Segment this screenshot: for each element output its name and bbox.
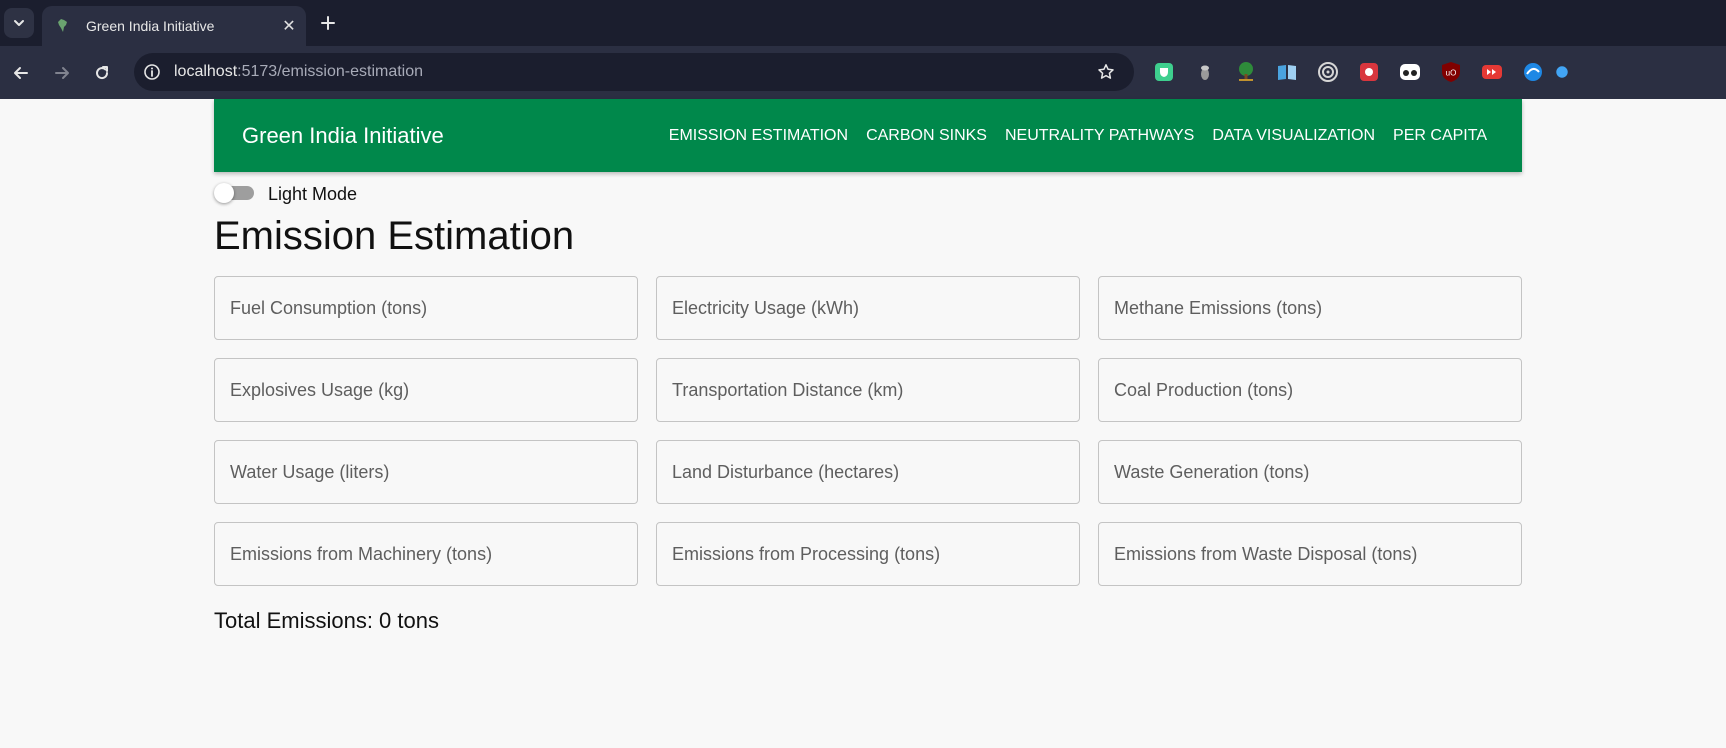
arrow-right-icon: [55, 67, 69, 79]
coal-production-input[interactable]: [1114, 379, 1521, 401]
transportation-distance-input[interactable]: [672, 379, 1079, 401]
nav-data-visualization[interactable]: DATA VISUALIZATION: [1203, 119, 1384, 153]
total-emissions: Total Emissions: 0 tons: [214, 608, 439, 633]
emission-input-grid: [214, 276, 1522, 586]
nav-per-capita[interactable]: PER CAPITA: [1384, 119, 1496, 153]
active-tab[interactable]: Green India Initiative ✕: [42, 6, 306, 46]
field-emissions-processing: [656, 522, 1080, 586]
emissions-waste-disposal-input[interactable]: [1114, 543, 1521, 565]
url-path: :5173/emission-estimation: [237, 63, 424, 80]
back-button[interactable]: [5, 57, 37, 89]
switch-thumb: [214, 183, 234, 203]
url-host: localhost: [174, 63, 238, 80]
new-tab-button[interactable]: [312, 8, 344, 38]
brand-title[interactable]: Green India Initiative: [242, 123, 660, 149]
chevron-down-icon: [14, 20, 24, 26]
field-water-usage: [214, 440, 638, 504]
bookmark-star-icon[interactable]: [1090, 56, 1122, 88]
field-land-disturbance: [656, 440, 1080, 504]
field-electricity-usage: [656, 276, 1080, 340]
app-header: Green India Initiative EMISSION ESTIMATI…: [214, 99, 1522, 172]
address-bar[interactable]: localhost:5173/emission-estimation: [134, 53, 1134, 91]
fuel-consumption-input[interactable]: [230, 297, 637, 319]
field-waste-generation: [1098, 440, 1522, 504]
explosives-usage-input[interactable]: [230, 379, 637, 401]
field-emissions-waste-disposal: [1098, 522, 1522, 586]
theme-toggle-row: Light Mode: [212, 180, 357, 208]
extension-ublock-icon[interactable]: uO: [1439, 60, 1463, 84]
extension-partial-icon[interactable]: [1555, 60, 1569, 84]
extension-book-icon[interactable]: [1275, 60, 1299, 84]
forward-button[interactable]: [46, 57, 78, 89]
extension-shield-icon[interactable]: [1152, 60, 1176, 84]
extension-tree-icon[interactable]: [1234, 60, 1258, 84]
waste-generation-input[interactable]: [1114, 461, 1521, 483]
extension-fast-forward-icon[interactable]: [1480, 60, 1504, 84]
electricity-usage-input[interactable]: [672, 297, 1079, 319]
main-nav: EMISSION ESTIMATION CARBON SINKS NEUTRAL…: [660, 119, 1496, 153]
field-coal-production: [1098, 358, 1522, 422]
land-disturbance-input[interactable]: [672, 461, 1079, 483]
nav-neutrality-pathways[interactable]: NEUTRALITY PATHWAYS: [996, 119, 1203, 153]
extension-glasses-icon[interactable]: [1398, 60, 1422, 84]
theme-toggle-label: Light Mode: [268, 183, 358, 204]
reload-icon: [96, 66, 109, 80]
field-explosives-usage: [214, 358, 638, 422]
field-emissions-machinery: [214, 522, 638, 586]
methane-emissions-input[interactable]: [1114, 297, 1521, 319]
tab-search-button[interactable]: [4, 8, 34, 38]
field-methane-emissions: [1098, 276, 1522, 340]
theme-toggle-switch[interactable]: [212, 180, 256, 208]
field-transportation-distance: [656, 358, 1080, 422]
extension-target-icon[interactable]: [1316, 60, 1340, 84]
tab-title: Green India Initiative: [86, 18, 215, 34]
site-info-icon[interactable]: [138, 58, 166, 86]
extension-acorn-icon[interactable]: [1193, 60, 1217, 84]
page-title: Emission Estimation: [214, 214, 575, 258]
water-usage-input[interactable]: [230, 461, 637, 483]
nav-carbon-sinks[interactable]: CARBON SINKS: [857, 119, 996, 153]
arrow-left-icon: [14, 67, 28, 79]
tab-close-button[interactable]: ✕: [276, 13, 302, 39]
india-map-icon: [54, 17, 72, 35]
extension-puzzle-icon[interactable]: [1357, 60, 1381, 84]
plus-icon: [321, 16, 335, 30]
emissions-machinery-input[interactable]: [230, 543, 637, 565]
browser-tab-strip: Green India Initiative ✕: [0, 0, 1726, 46]
url-text: localhost:5173/emission-estimation: [174, 63, 1090, 81]
svg-text:uO: uO: [1446, 69, 1457, 78]
field-fuel-consumption: [214, 276, 638, 340]
reload-button[interactable]: [86, 57, 118, 89]
emissions-processing-input[interactable]: [672, 543, 1079, 565]
extension-swirl-icon[interactable]: [1521, 60, 1545, 84]
nav-emission-estimation[interactable]: EMISSION ESTIMATION: [660, 119, 857, 153]
